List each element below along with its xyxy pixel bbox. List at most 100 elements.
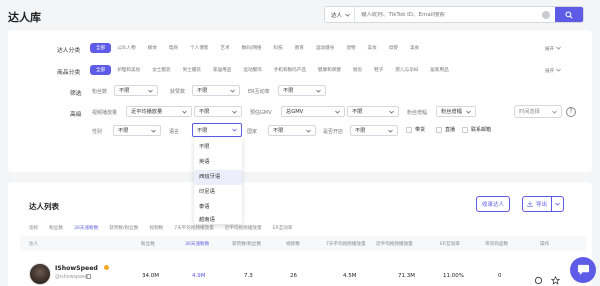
creator-category-tag[interactable]: 教育 [289, 43, 310, 53]
gender-select[interactable]: 不限 [113, 125, 161, 136]
export-icon [527, 201, 533, 207]
checkbox-live[interactable]: 直播 [436, 126, 455, 133]
creator-category-tag[interactable]: 艺术 [214, 43, 235, 53]
checkbox-goods[interactable]: 带货 [406, 126, 425, 133]
sort-tab[interactable]: 指标 [29, 225, 38, 231]
gmv-label: 预估GMV [250, 110, 272, 116]
checkbox-box[interactable] [406, 126, 412, 133]
ratio-value: 7.3 [244, 273, 253, 279]
product-category-label: 商品分类 [57, 70, 81, 76]
export-button[interactable]: 导出 [522, 196, 565, 212]
product-category-tag[interactable]: 手机和数码产品 [268, 65, 312, 75]
creator-category-tag[interactable]: 运动健身 [310, 43, 340, 53]
sort-tab[interactable]: 7天平均视频播放量 [174, 225, 214, 231]
creator-category-tag[interactable]: 宠物 [340, 43, 361, 53]
checkbox-box[interactable] [436, 126, 442, 133]
language-option[interactable]: 越南语 [194, 215, 242, 225]
product-category-tag[interactable]: 鞋子 [368, 65, 389, 75]
chat-button[interactable] [570, 257, 596, 283]
collect-creator-button[interactable]: 收录达人 [476, 196, 511, 212]
search-button[interactable] [555, 7, 583, 22]
chevron-down-icon [306, 129, 311, 133]
gmv-type-select[interactable]: 总GMV [281, 106, 345, 117]
favorite-star-icon[interactable] [550, 270, 561, 286]
er-value: 11.00% [443, 273, 464, 279]
fans-growth-select[interactable]: 粉丝增幅 [436, 106, 476, 117]
search-scope-select[interactable]: 达人 [325, 7, 356, 22]
country-select[interactable]: 不限 [268, 125, 316, 136]
clear-icon[interactable] [542, 10, 550, 19]
chevron-down-icon [388, 129, 393, 133]
product-category-tag[interactable]: 男士服装 [177, 65, 207, 75]
product-category-tag[interactable]: 女士服装 [146, 65, 176, 75]
language-option[interactable]: 英语 [194, 155, 242, 170]
advanced-label: 高级 [70, 112, 82, 118]
gmv-value-select[interactable]: 不限 [347, 106, 399, 117]
column-header[interactable]: ER互动率 [440, 241, 460, 247]
language-select[interactable]: 不限 [192, 123, 242, 137]
language-option[interactable]: 不限 [194, 140, 242, 155]
column-header[interactable]: 30天涨粉数 [185, 241, 209, 247]
product-category-expand[interactable]: 展开 [545, 68, 561, 74]
video-views-type-select[interactable]: 近平均播放量 [126, 106, 192, 117]
creator-category-tag[interactable]: 美妆 [362, 43, 383, 53]
sort-tab[interactable]: 获赞数/粉丝数 [109, 225, 138, 231]
er-filter-select[interactable]: 不限 [278, 85, 326, 96]
info-icon[interactable]: ? [566, 107, 576, 117]
checkbox-email[interactable]: 联系邮箱 [462, 126, 491, 133]
column-header[interactable]: 带货商品数 [485, 241, 508, 247]
likes-filter-label: 获赞数 [170, 89, 186, 95]
likes-filter-select[interactable]: 不限 [192, 85, 240, 96]
chevron-down-icon [555, 202, 560, 206]
sort-tab-active[interactable]: 30天涨粉数 [74, 225, 98, 231]
time-select[interactable]: 时间选择 [514, 105, 562, 118]
product-category-tag[interactable]: 家居用品 [207, 65, 237, 75]
search-bar: 达人 [324, 6, 584, 23]
column-header[interactable]: 获赞数/粉丝数 [232, 241, 261, 247]
product-category-tag[interactable]: 护理和美妆 [111, 65, 146, 75]
creator-category-tag[interactable]: 电商 [163, 43, 184, 53]
creator-category-tag[interactable]: 数码/网络 [236, 43, 268, 53]
creator-name[interactable]: IShowSpeed [55, 265, 98, 272]
fans-filter-select[interactable]: 不限 [114, 85, 158, 96]
sort-tab[interactable]: ER互动率 [273, 225, 293, 231]
creator-category-expand[interactable]: 展开 [545, 46, 561, 52]
product-category-tag[interactable]: 全部 [90, 65, 112, 75]
outbound-select[interactable]: 不限 [350, 125, 398, 136]
video-views-value-select[interactable]: 不限 [194, 106, 242, 117]
column-header[interactable]: 近平均视频播放量 [376, 241, 413, 247]
view-detail-icon[interactable] [534, 270, 543, 286]
language-option[interactable]: 泰语 [194, 200, 242, 215]
product-category-tag[interactable]: 婴儿与孕妇 [389, 65, 424, 75]
export-dropdown-toggle[interactable] [551, 197, 563, 211]
column-header[interactable]: 7天平均视频播放量 [326, 241, 366, 247]
product-category-tag[interactable]: 厨房 [347, 65, 368, 75]
creator-category-tag[interactable]: 个人博客 [184, 43, 214, 53]
sort-tab[interactable]: 粉丝数 [49, 225, 63, 231]
column-header[interactable]: 视频数 [286, 241, 300, 247]
sort-tab[interactable]: 近平均视频播放量 [225, 225, 262, 231]
creator-category-tag[interactable]: 美食 [404, 43, 425, 53]
language-option[interactable]: 印尼语 [194, 185, 242, 200]
creator-category-tag[interactable]: 科技 [268, 43, 289, 53]
language-option-highlighted[interactable]: 西班牙语 [194, 170, 242, 185]
chevron-down-icon [466, 110, 471, 114]
external-link-icon[interactable] [86, 274, 91, 279]
table-row[interactable] [20, 256, 568, 286]
creator-category-tag[interactable]: 公众人物 [111, 43, 141, 53]
creator-category-tag[interactable]: 母婴 [383, 43, 404, 53]
product-category-tag[interactable]: 居家用品 [424, 65, 454, 75]
avatar[interactable] [29, 263, 51, 285]
sort-tab[interactable]: 视频数 [149, 225, 163, 231]
sort-tabs: 指标 粉丝数 30天涨粉数 获赞数/粉丝数 视频数 7天平均视频播放量 近平均视… [29, 225, 293, 231]
fans-filter-label: 粉丝数 [92, 89, 108, 95]
column-header[interactable]: 粉丝数 [141, 241, 155, 247]
creator-category-tag[interactable]: 全部 [90, 43, 112, 53]
checkbox-box[interactable] [462, 126, 468, 133]
chevron-down-icon [555, 68, 561, 72]
product-category-tag[interactable]: 健康和保健 [312, 65, 347, 75]
search-input[interactable] [355, 11, 542, 18]
chevron-down-icon [552, 110, 557, 114]
creator-category-tag[interactable]: 媒体 [142, 43, 163, 53]
product-category-tag[interactable]: 运动服饰 [237, 65, 267, 75]
